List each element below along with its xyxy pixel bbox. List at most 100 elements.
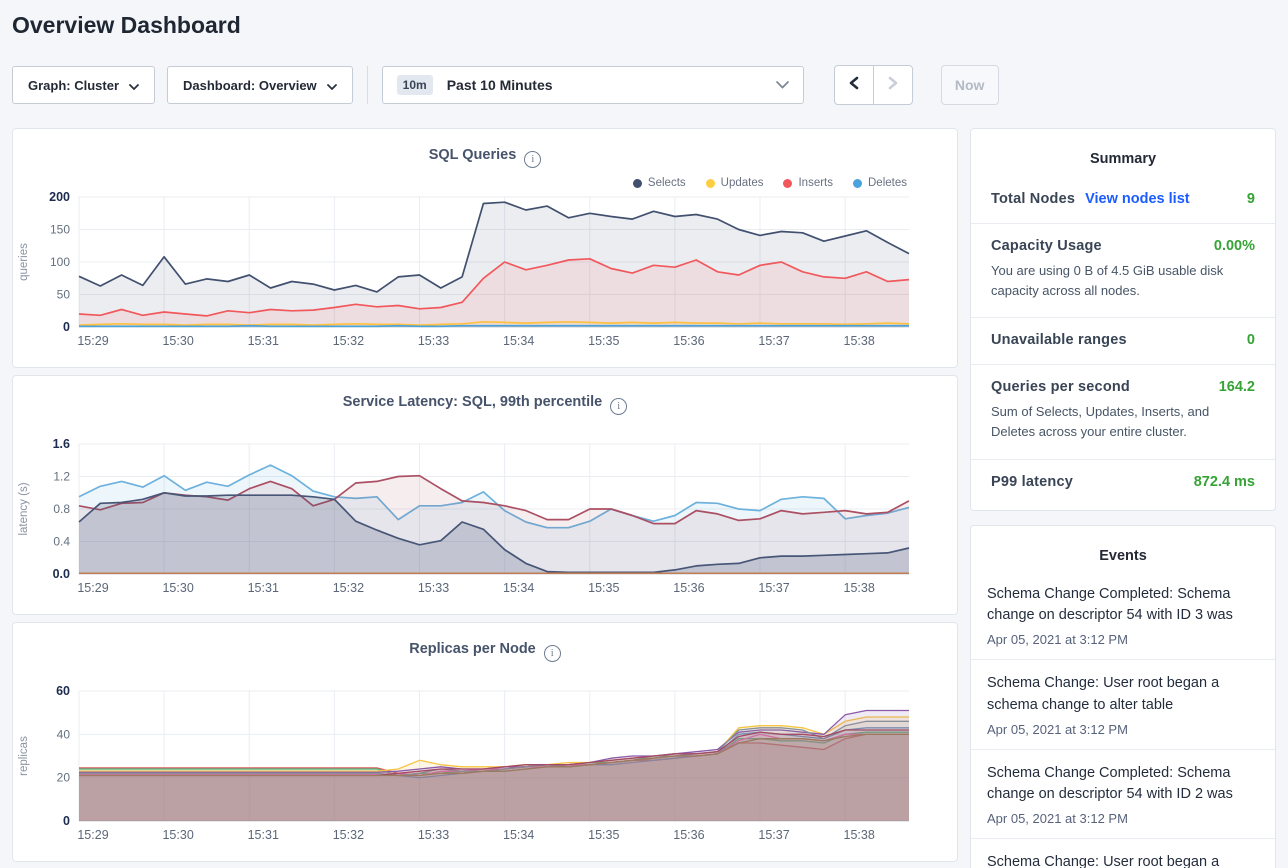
svg-text:15:30: 15:30 [162,828,193,842]
svg-text:0.8: 0.8 [53,502,70,516]
svg-text:15:29: 15:29 [77,828,108,842]
svg-text:1.6: 1.6 [53,437,70,451]
svg-text:15:30: 15:30 [162,581,193,595]
svg-text:latency (s): latency (s) [18,482,30,535]
capacity-usage-description: You are using 0 B of 4.5 GiB usable disk… [991,261,1255,301]
dashboard-dropdown-label: Dashboard: Overview [183,78,317,93]
event-timestamp: Apr 05, 2021 at 3:12 PM [987,632,1259,647]
svg-text:15:35: 15:35 [588,828,619,842]
svg-text:queries: queries [18,243,30,281]
svg-text:15:34: 15:34 [503,828,534,842]
graph-dropdown[interactable]: Graph: Cluster [12,66,155,104]
svg-text:15:35: 15:35 [588,581,619,595]
svg-text:15:32: 15:32 [333,334,364,348]
graph-dropdown-label: Graph: Cluster [28,78,119,93]
time-range-badge: 10m [397,75,433,95]
now-button[interactable]: Now [941,65,999,105]
time-range-label: Past 10 Minutes [447,77,553,93]
events-panel: Events Schema Change Completed: Schema c… [970,525,1276,868]
svg-text:15:33: 15:33 [418,828,449,842]
svg-text:200: 200 [49,190,70,204]
svg-text:15:36: 15:36 [673,828,704,842]
svg-text:0.4: 0.4 [53,535,70,549]
svg-text:0: 0 [63,320,70,334]
svg-text:15:29: 15:29 [77,334,108,348]
info-icon[interactable]: i [524,151,541,168]
svg-text:15:31: 15:31 [248,334,279,348]
dashboard-dropdown[interactable]: Dashboard: Overview [167,66,353,104]
chart-plot-sql-queries[interactable]: 05010015020015:2915:3015:3115:3215:3315:… [13,187,957,357]
chart-card-replicas-per-node: Replicas per Nodei 020406015:2915:3015:3… [12,622,958,862]
chevron-left-icon [848,76,860,95]
svg-text:60: 60 [56,684,70,698]
svg-text:15:29: 15:29 [77,581,108,595]
toolbar: Graph: Cluster Dashboard: Overview 10m P… [12,66,999,104]
summary-title: Summary [971,129,1275,175]
next-time-button[interactable] [873,65,913,105]
svg-text:15:31: 15:31 [248,581,279,595]
svg-text:15:37: 15:37 [758,581,789,595]
svg-text:15:33: 15:33 [418,334,449,348]
svg-text:15:30: 15:30 [162,334,193,348]
time-range-selector[interactable]: 10m Past 10 Minutes [382,66,804,104]
svg-text:15:32: 15:32 [333,581,364,595]
event-list-item[interactable]: Schema Change: User root began a schema … [971,838,1275,868]
summary-row-qps: Queries per second 164.2 Sum of Selects,… [971,364,1275,458]
unavailable-ranges-value: 0 [1247,332,1255,348]
svg-text:15:38: 15:38 [844,334,875,348]
event-message: Schema Change: User root began a schema … [987,673,1259,717]
view-nodes-list-link[interactable]: View nodes list [1085,191,1190,207]
p99-latency-label: P99 latency [991,474,1073,490]
svg-text:15:34: 15:34 [503,334,534,348]
svg-text:replicas: replicas [18,736,30,776]
svg-text:150: 150 [50,223,70,237]
summary-row-total-nodes: Total Nodes View nodes list 9 [971,175,1275,223]
svg-text:15:34: 15:34 [503,581,534,595]
event-timestamp: Apr 05, 2021 at 3:12 PM [987,722,1259,737]
svg-text:1.2: 1.2 [53,470,70,484]
prev-time-button[interactable] [834,65,874,105]
event-message: Schema Change: User root began a schema … [987,852,1259,868]
event-timestamp: Apr 05, 2021 at 3:12 PM [987,811,1259,826]
svg-text:50: 50 [57,288,71,302]
event-list-item[interactable]: Schema Change Completed: Schema change o… [971,749,1275,839]
chart-title: Replicas per Node [409,641,536,657]
chevron-down-icon [776,81,789,89]
svg-text:15:31: 15:31 [248,828,279,842]
chart-plot-replicas-per-node[interactable]: 020406015:2915:3015:3115:3215:3315:3415:… [13,681,957,851]
charts-column: SQL Queriesi SelectsUpdatesInsertsDelete… [12,128,958,868]
capacity-usage-value: 0.00% [1214,238,1255,254]
chevron-down-icon [129,78,139,93]
event-list-item[interactable]: Schema Change Completed: Schema change o… [971,572,1275,660]
summary-row-capacity: Capacity Usage 0.00% You are using 0 B o… [971,223,1275,317]
chart-card-sql-queries: SQL Queriesi SelectsUpdatesInsertsDelete… [12,128,958,368]
svg-text:15:38: 15:38 [844,581,875,595]
info-icon[interactable]: i [544,645,561,662]
side-column: Summary Total Nodes View nodes list 9 Ca… [970,128,1276,868]
qps-description: Sum of Selects, Updates, Inserts, and De… [991,402,1255,442]
chart-plot-service-latency[interactable]: 0.00.40.81.21.615:2915:3015:3115:3215:33… [13,434,957,604]
total-nodes-label: Total Nodes [991,191,1075,207]
svg-text:15:37: 15:37 [758,828,789,842]
chart-card-service-latency: Service Latency: SQL, 99th percentilei 0… [12,375,958,615]
qps-label: Queries per second [991,379,1130,395]
info-icon[interactable]: i [610,398,627,415]
summary-row-p99-latency: P99 latency 872.4 ms [971,459,1275,506]
total-nodes-value: 9 [1247,191,1255,207]
page-title: Overview Dashboard [12,12,241,39]
unavailable-ranges-label: Unavailable ranges [991,332,1127,348]
summary-panel: Summary Total Nodes View nodes list 9 Ca… [970,128,1276,511]
time-step-buttons [834,65,913,105]
p99-latency-value: 872.4 ms [1194,474,1255,490]
svg-text:15:35: 15:35 [588,334,619,348]
capacity-usage-label: Capacity Usage [991,238,1102,254]
event-list-item[interactable]: Schema Change: User root began a schema … [971,659,1275,749]
svg-text:15:36: 15:36 [673,334,704,348]
events-title: Events [971,526,1275,572]
svg-text:15:33: 15:33 [418,581,449,595]
svg-text:15:38: 15:38 [844,828,875,842]
svg-text:15:32: 15:32 [333,828,364,842]
svg-text:15:37: 15:37 [758,334,789,348]
qps-value: 164.2 [1219,379,1255,395]
event-message: Schema Change Completed: Schema change o… [987,584,1259,628]
